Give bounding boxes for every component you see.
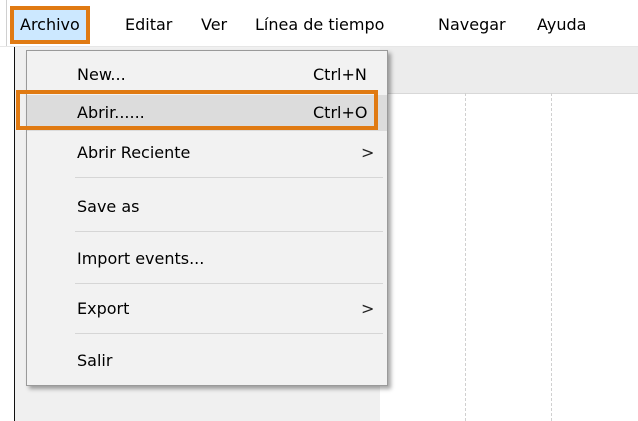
menu-item-abrir-reciente-label: Abrir Reciente: [77, 143, 191, 162]
menu-item-abrir[interactable]: Abrir...... Ctrl+O: [27, 95, 387, 131]
menu-separator: [75, 177, 383, 178]
timeline-grid-line: [465, 93, 466, 421]
menu-item-new-shortcut: Ctrl+N: [313, 65, 367, 84]
menu-item-abrir-label: Abrir......: [77, 103, 145, 122]
menu-separator: [75, 231, 383, 232]
menu-item-save-as[interactable]: Save as: [27, 189, 387, 225]
menu-item-import-events[interactable]: Import events...: [27, 241, 387, 277]
menu-bar: Archivo Editar Ver Línea de tiempo Naveg…: [0, 0, 638, 47]
window-left-edge: [0, 0, 7, 46]
timeline-grid-line: [551, 93, 552, 421]
menu-item-import-events-label: Import events...: [77, 249, 205, 268]
menu-editar[interactable]: Editar: [119, 10, 178, 40]
menu-item-salir-label: Salir: [77, 351, 113, 370]
file-menu-dropdown: New... Ctrl+N Abrir...... Ctrl+O Abrir R…: [26, 50, 388, 386]
menu-separator: [75, 333, 383, 334]
menu-item-new-label: New...: [77, 65, 126, 84]
menu-item-new[interactable]: New... Ctrl+N: [27, 57, 387, 93]
menu-ver[interactable]: Ver: [195, 10, 233, 40]
menu-item-abrir-reciente[interactable]: Abrir Reciente >: [27, 135, 387, 171]
menu-item-abrir-shortcut: Ctrl+O: [313, 103, 368, 122]
menu-item-export-label: Export: [77, 299, 130, 318]
chevron-right-icon: >: [361, 299, 375, 318]
chevron-right-icon: >: [361, 143, 375, 162]
menu-item-export[interactable]: Export >: [27, 291, 387, 327]
menu-item-save-as-label: Save as: [77, 197, 140, 216]
menu-item-salir[interactable]: Salir: [27, 343, 387, 379]
menu-linea-de-tiempo[interactable]: Línea de tiempo: [249, 10, 390, 40]
menu-navegar[interactable]: Navegar: [432, 10, 512, 40]
menu-archivo[interactable]: Archivo: [10, 6, 90, 44]
menu-ayuda[interactable]: Ayuda: [531, 10, 592, 40]
menu-separator: [75, 283, 383, 284]
timeline-header: [380, 47, 638, 94]
